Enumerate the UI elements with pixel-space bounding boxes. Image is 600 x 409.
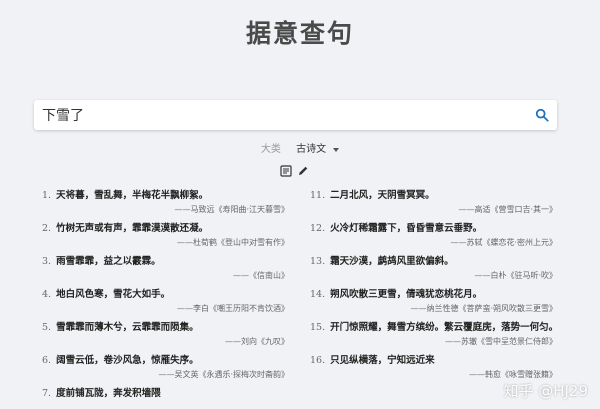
toolbar <box>280 165 309 177</box>
results-column-left: 1. 天将暮，雪乱舞，半梅花半飘柳絮。 ——马致远《寿阳曲·江天暮雪》 2. 竹树无… <box>42 188 297 406</box>
result-text: 二月北风，天阴雪冥冥。 <box>330 190 435 201</box>
result-source: ——吴文英《永遇乐·探梅次时斋韵》 <box>158 370 289 379</box>
result-item[interactable]: 3. 雨雪霏霏，益之以霰霖。 ——《信南山》 <box>42 254 297 282</box>
result-number: 15. <box>310 322 326 333</box>
result-source: ——马致远《寿阳曲·江天暮雪》 <box>174 205 289 214</box>
result-source: ——刘向《九叹》 <box>225 337 289 346</box>
result-text: 天将暮，雪乱舞，半梅花半飘柳絮。 <box>56 190 209 201</box>
category-select-value: 古诗文 <box>296 144 327 155</box>
result-item[interactable]: 5. 雪霏霏而薄木兮，云霏霏而陨集。 ——刘向《九叹》 <box>42 320 297 348</box>
result-number: 6. <box>42 355 52 366</box>
search-input[interactable] <box>34 100 535 130</box>
result-source: ——李白《嘲王历阳不肯饮酒》 <box>177 304 289 313</box>
result-number: 16. <box>310 355 326 366</box>
result-text: 雨雪霏霏，益之以霰霖。 <box>56 256 161 267</box>
result-number: 14. <box>310 289 326 300</box>
result-item[interactable]: 1. 天将暮，雪乱舞，半梅花半飘柳絮。 ——马致远《寿阳曲·江天暮雪》 <box>42 188 297 216</box>
result-item[interactable]: 16. 只见纵横落，宁知远近来 ——韩愈《咏雪赠张籍》 <box>310 353 565 381</box>
results-column-right: 11. 二月北风，天阴雪冥冥。 ——高适《营雪口吉·其一》 12. 火冷灯稀霜露下，… <box>310 188 565 386</box>
result-text: 开门惊照耀，舞雪方缤纷。繁云覆庭庑，落势一何匀。 <box>330 322 559 333</box>
result-number: 3. <box>42 256 52 267</box>
result-number: 12. <box>310 223 326 234</box>
result-item[interactable]: 14. 朔风吹散三更雪，倩魂犹恋桃花月。 ——纳兰性德《菩萨蛮·朔风吹散三更雪》 <box>310 287 565 315</box>
result-item[interactable]: 6. 阔雪云低，卷沙风急，惊雁失序。 ——吴文英《永遇乐·探梅次时斋韵》 <box>42 353 297 381</box>
search-box[interactable] <box>34 100 557 130</box>
category-select[interactable]: 古诗文 <box>296 144 340 155</box>
result-text: 竹树无声或有声，霏霏漠漠散还凝。 <box>56 223 209 234</box>
result-item[interactable]: 11. 二月北风，天阴雪冥冥。 ——高适《营雪口吉·其一》 <box>310 188 565 216</box>
result-item[interactable]: 12. 火冷灯稀霜露下，昏昏雪意云垂野。 ——苏轼《蝶恋花·密州上元》 <box>310 221 565 249</box>
result-source: ——纳兰性德《菩萨蛮·朔风吹散三更雪》 <box>410 304 557 313</box>
result-item[interactable]: 13. 霜天沙漠，鹧鸪风里欲偏斜。 ——白朴《驻马听·吹》 <box>310 254 565 282</box>
result-source: ——苏轼《蝶恋花·密州上元》 <box>450 238 557 247</box>
copy-icon[interactable] <box>280 165 292 177</box>
result-source: ——苏辙《雪中呈范景仁侍郎》 <box>445 337 557 346</box>
result-number: 1. <box>42 190 52 201</box>
edit-icon[interactable] <box>297 165 309 177</box>
category-filter: 大类 古诗文 <box>0 140 600 155</box>
result-text: 地白风色寒，雪花大如手。 <box>56 289 171 300</box>
result-item[interactable]: 15. 开门惊照耀，舞雪方缤纷。繁云覆庭庑，落势一何匀。 ——苏辙《雪中呈范景仁侍… <box>310 320 565 348</box>
result-text: 雪霏霏而薄木兮，云霏霏而陨集。 <box>56 322 199 333</box>
result-source: ——《信南山》 <box>233 271 289 280</box>
page-title: 据意查句 <box>245 19 354 48</box>
result-number: 13. <box>310 256 326 267</box>
watermark: 知乎 @HJ29 <box>503 382 588 400</box>
result-number: 11. <box>310 190 326 201</box>
result-number: 2. <box>42 223 52 234</box>
result-item[interactable]: 2. 竹树无声或有声，霏霏漠漠散还凝。 ——杜荀鹤《登山中对雪有作》 <box>42 221 297 249</box>
result-item[interactable]: 4. 地白风色寒，雪花大如手。 ——李白《嘲王历阳不肯饮酒》 <box>42 287 297 315</box>
chevron-down-icon <box>333 147 340 152</box>
category-label: 大类 <box>260 144 281 155</box>
search-icon[interactable] <box>535 108 549 122</box>
result-number: 5. <box>42 322 52 333</box>
result-text: 霜天沙漠，鹧鸪风里欲偏斜。 <box>330 256 454 267</box>
result-text: 只见纵横落，宁知远近来 <box>330 355 435 366</box>
result-source: ——白朴《驻马听·吹》 <box>474 271 557 280</box>
result-item[interactable]: 7. 度前铺瓦陇，奔发积墙隈 <box>42 386 297 401</box>
result-source: ——杜荀鹤《登山中对雪有作》 <box>177 238 289 247</box>
result-text: 朔风吹散三更雪，倩魂犹恋桃花月。 <box>330 289 483 300</box>
result-number: 4. <box>42 289 52 300</box>
result-source: ——高适《营雪口吉·其一》 <box>458 205 557 214</box>
result-text: 火冷灯稀霜露下，昏昏雪意云垂野。 <box>330 223 483 234</box>
result-text: 阔雪云低，卷沙风急，惊雁失序。 <box>56 355 199 366</box>
result-text: 度前铺瓦陇，奔发积墙隈 <box>56 388 161 399</box>
result-number: 7. <box>42 388 52 399</box>
